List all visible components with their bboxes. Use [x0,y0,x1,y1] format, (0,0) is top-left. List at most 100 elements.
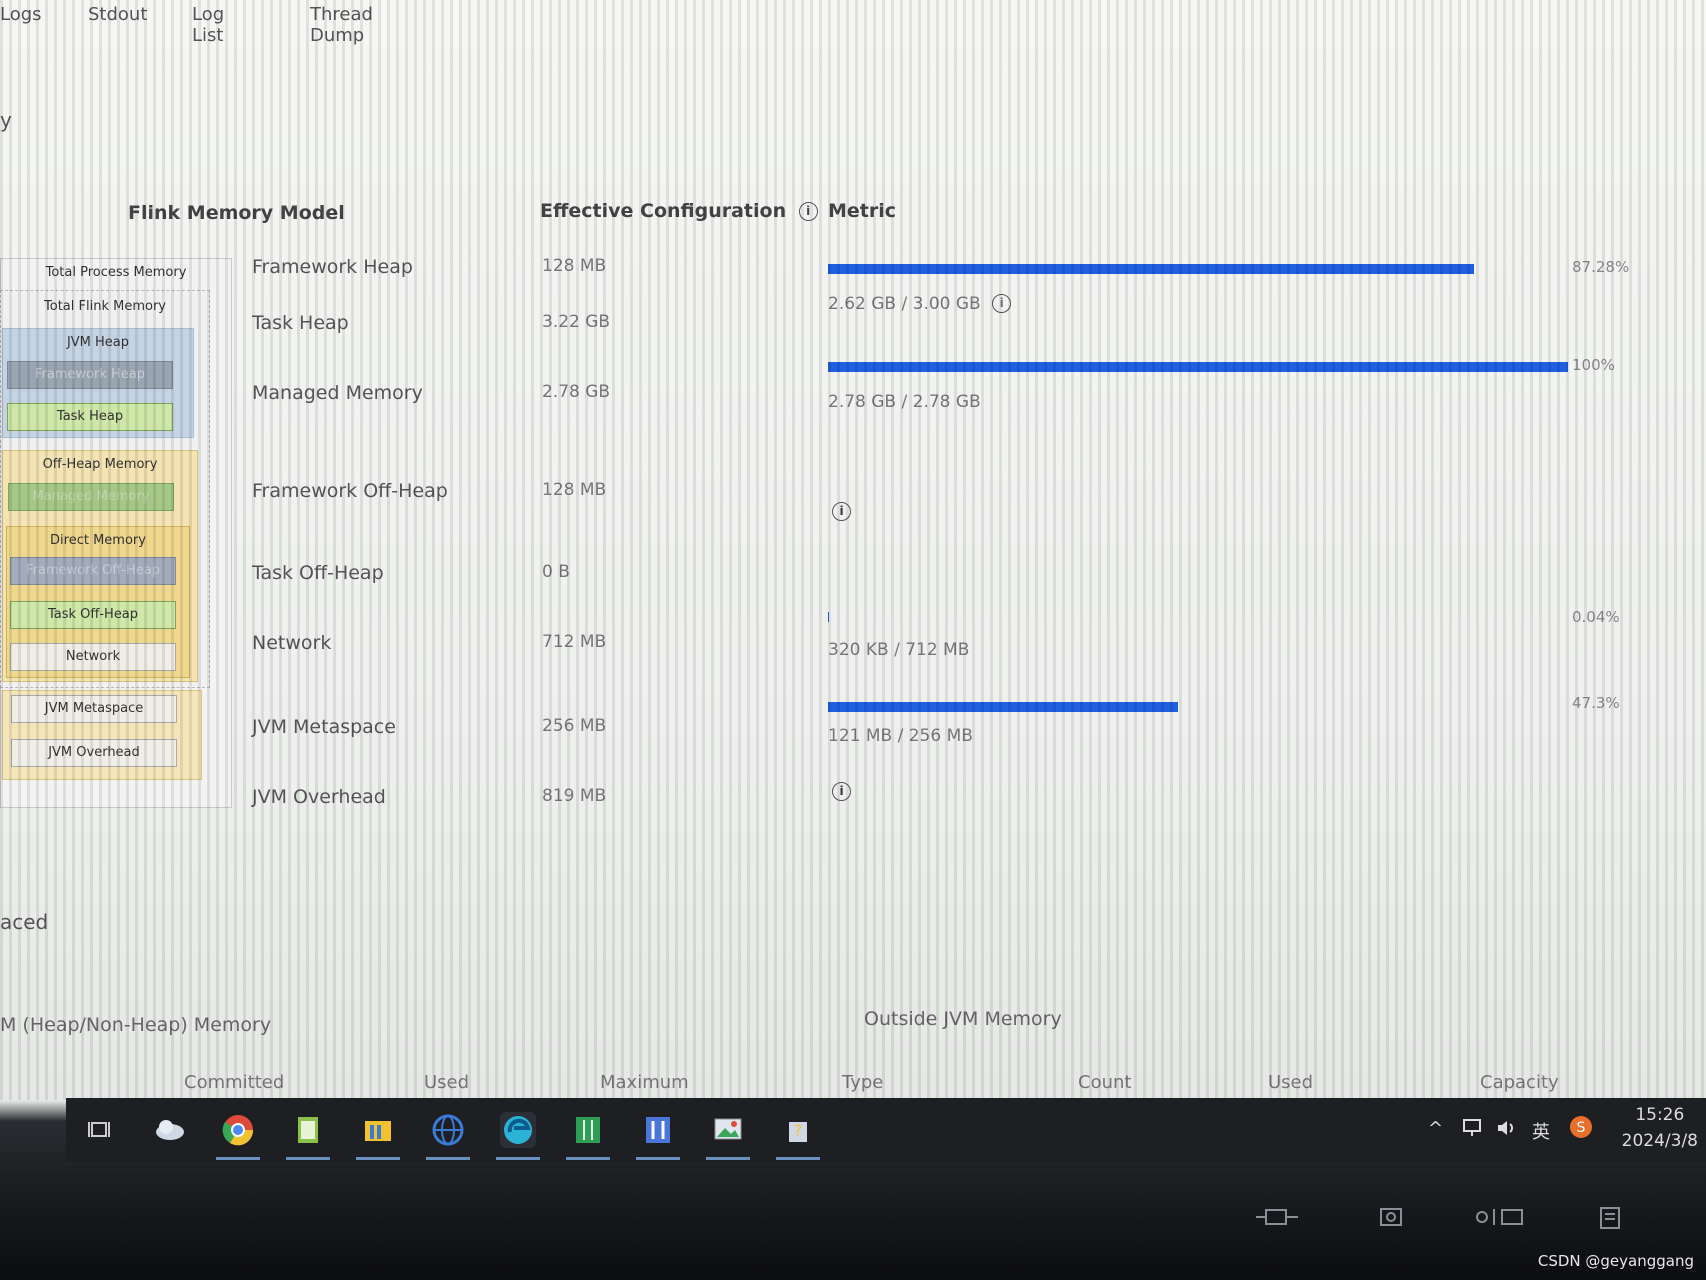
col-committed: Committed [184,1072,285,1093]
screen-moire-overlay [0,0,1706,1100]
task-heap-usage-text: 2.62 GB / 3.00 GB [828,294,981,314]
metaspace-usage-text: 121 MB / 256 MB [828,726,973,746]
file-explorer-icon[interactable] [356,1112,400,1160]
task-heap-usage-percent: 87.28% [1572,258,1630,276]
metaspace-usage-bar [828,702,1568,712]
direct-memory-box: Direct Memory Framework Off-Heap Task Of… [6,526,190,678]
edge-browser-icon[interactable] [496,1112,540,1160]
jvm-metaspace-chip[interactable]: JVM Metaspace [11,695,177,723]
monitor-input-icon [1252,1206,1304,1233]
network-usage-text: 320 KB / 712 MB [828,640,970,660]
col-used: Used [424,1072,470,1093]
col-type: Type [842,1072,884,1093]
info-icon[interactable]: i [992,294,1012,313]
tab-logs[interactable]: Logs [0,4,42,25]
task-off-heap-chip[interactable]: Task Off-Heap [10,601,176,629]
row-value-framework-heap: 128 MB [542,256,607,276]
taskbar-clock[interactable]: 15:26 2024/3/8 [1622,1102,1698,1154]
jvm-heap-box: JVM Heap Framework Heap Task Heap [2,328,194,438]
task-view-icon[interactable] [82,1112,118,1148]
metaspace-usage-fill [828,702,1179,712]
running-indicator [636,1157,680,1160]
network-usage-percent: 0.04% [1572,608,1620,626]
jvm-overhead-chip[interactable]: JVM Overhead [11,739,177,767]
off-heap-memory-label: Off-Heap Memory [42,457,158,472]
image-viewer-icon[interactable] [706,1112,750,1160]
monitor-mode-icon [1378,1206,1408,1233]
outside-jvm-memory-title: Outside JVM Memory [864,1008,1062,1030]
row-label-framework-off-heap: Framework Off-Heap [252,480,448,502]
info-icon[interactable]: i [832,782,851,801]
clock-time: 15:26 [1635,1105,1685,1125]
row-value-task-heap: 3.22 GB [542,312,611,332]
total-process-memory-label: Total Process Memory [45,265,187,280]
task-heap-usage-metric: 2.62 GB / 3.00 GB i [828,294,1012,314]
ime-indicator[interactable]: 英 [1532,1118,1550,1144]
info-icon[interactable]: i [798,202,818,221]
jvm-heap-label: JVM Heap [66,335,130,350]
memory-model-title: Flink Memory Model [128,202,345,224]
managed-memory-usage-bar [828,362,1568,372]
svg-text:?: ? [794,1121,803,1140]
framework-heap-chip[interactable]: Framework Heap [7,361,173,389]
running-indicator [356,1157,400,1160]
effective-config-header-label: Effective Configuration [540,200,787,222]
effective-config-header: Effective Configuration i [540,200,818,222]
task-heap-chip[interactable]: Task Heap [7,403,173,431]
ide-icon[interactable] [636,1112,680,1160]
row-label-jvm-overhead: JVM Overhead [252,786,386,808]
framework-off-heap-chip[interactable]: Framework Off-Heap [10,557,176,585]
monitor-menu-icon [1598,1206,1622,1235]
info-icon[interactable]: i [832,502,851,521]
row-value-framework-off-heap: 128 MB [542,480,607,500]
running-indicator [706,1157,750,1160]
watermark: CSDN @geyanggang [1537,1252,1694,1270]
tab-log-list[interactable]: Log List [192,4,224,46]
network-tray-icon[interactable] [1462,1118,1484,1143]
row-label-network: Network [252,632,332,654]
jvm-outside-box: JVM Metaspace JVM Overhead [2,690,202,780]
clock-date: 2024/3/8 [1621,1131,1698,1151]
svg-text:S: S [1577,1120,1586,1136]
cloud-app-icon[interactable] [152,1112,188,1148]
row-label-task-heap: Task Heap [252,312,349,334]
running-indicator [566,1157,610,1160]
row-value-network: 712 MB [542,632,607,652]
running-indicator [426,1157,470,1160]
running-indicator [216,1157,260,1160]
row-label-task-off-heap: Task Off-Heap [252,562,384,584]
managed-memory-usage-percent: 100% [1572,356,1615,374]
network-chip[interactable]: Network [10,643,176,671]
notepad-icon[interactable] [286,1112,330,1160]
monitor-brightness-icon [1474,1206,1530,1233]
chevron-up-icon[interactable]: ^ [1428,1118,1443,1139]
sogou-ime-icon[interactable]: S [1568,1114,1594,1145]
globe-browser-icon[interactable] [426,1112,470,1160]
managed-memory-usage-fill [828,362,1568,372]
tab-stdout[interactable]: Stdout [88,4,147,25]
section-title-fragment: y [0,108,12,132]
col-count: Count [1078,1072,1132,1093]
chrome-icon[interactable] [216,1112,260,1160]
col-maximum: Maximum [600,1072,689,1093]
row-value-managed-memory: 2.78 GB [542,382,611,402]
tab-thread-dump[interactable]: Thread Dump [310,4,373,46]
managed-memory-usage-text: 2.78 GB / 2.78 GB [828,392,981,412]
row-value-task-off-heap: 0 B [542,562,570,582]
network-usage-bar [828,612,1568,622]
help-icon[interactable]: ? [776,1112,820,1160]
running-indicator [776,1157,820,1160]
task-heap-usage-fill [828,264,1474,274]
row-label-jvm-metaspace: JVM Metaspace [252,716,396,738]
running-indicator [286,1157,330,1160]
jvm-overhead-info: i [832,782,851,801]
col-capacity: Capacity [1480,1072,1559,1093]
row-value-jvm-metaspace: 256 MB [542,716,607,736]
metric-header: Metric [828,200,897,222]
managed-memory-chip[interactable]: Managed Memory [8,483,174,511]
spreadsheet-icon[interactable] [566,1112,610,1160]
volume-icon[interactable] [1496,1118,1520,1143]
metaspace-usage-percent: 47.3% [1572,694,1620,712]
running-indicator [496,1157,540,1160]
col-outside-used: Used [1268,1072,1314,1093]
